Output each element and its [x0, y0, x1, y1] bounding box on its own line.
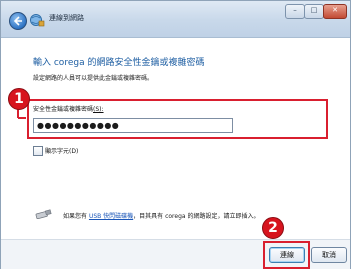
step1-badge: 1	[8, 88, 30, 110]
callout-lines	[17, 108, 26, 119]
step2-badge: 2	[262, 217, 284, 239]
